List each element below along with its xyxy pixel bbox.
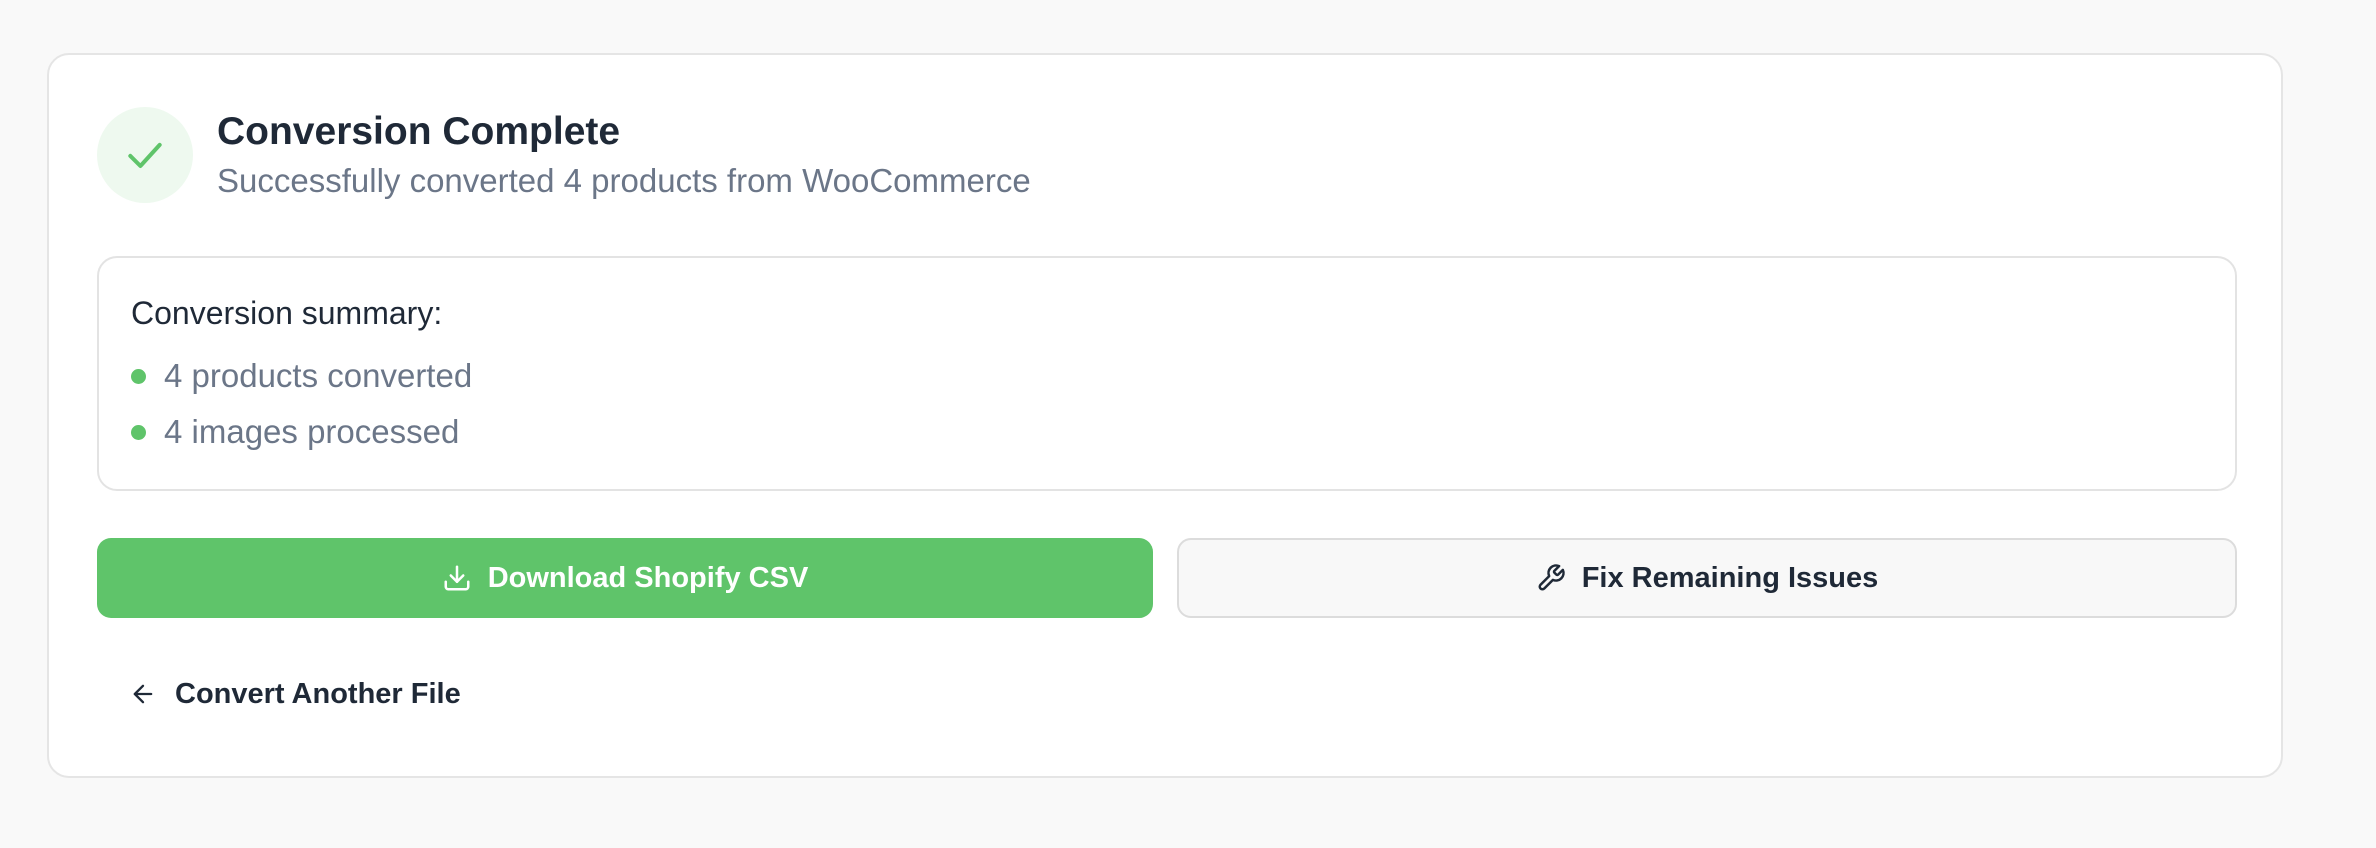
wrench-icon xyxy=(1536,563,1566,593)
page-subtitle: Successfully converted 4 products from W… xyxy=(217,162,1031,199)
conversion-result-card: Conversion Complete Successfully convert… xyxy=(47,53,2283,778)
page-title: Conversion Complete xyxy=(217,110,621,153)
convert-another-file-link[interactable]: Convert Another File xyxy=(129,667,461,721)
success-badge xyxy=(97,107,193,203)
summary-item-label: 4 products converted xyxy=(164,357,473,394)
summary-item-products: 4 products converted xyxy=(131,354,472,398)
arrow-left-icon xyxy=(129,680,157,708)
download-csv-button[interactable]: Download Shopify CSV xyxy=(97,538,1153,618)
summary-item-images: 4 images processed xyxy=(131,410,459,454)
fix-issues-label: Fix Remaining Issues xyxy=(1581,561,1879,594)
bullet-dot-icon xyxy=(131,368,146,384)
convert-another-file-label: Convert Another File xyxy=(175,677,461,710)
summary-item-label: 4 images processed xyxy=(164,413,460,450)
fix-issues-button[interactable]: Fix Remaining Issues xyxy=(1177,538,2237,618)
check-icon xyxy=(128,142,162,169)
summary-heading: Conversion summary: xyxy=(131,295,443,331)
download-icon xyxy=(442,563,472,593)
download-csv-label: Download Shopify CSV xyxy=(487,561,809,594)
conversion-summary-panel: Conversion summary: 4 products converted… xyxy=(97,256,2237,491)
bullet-dot-icon xyxy=(131,424,146,440)
